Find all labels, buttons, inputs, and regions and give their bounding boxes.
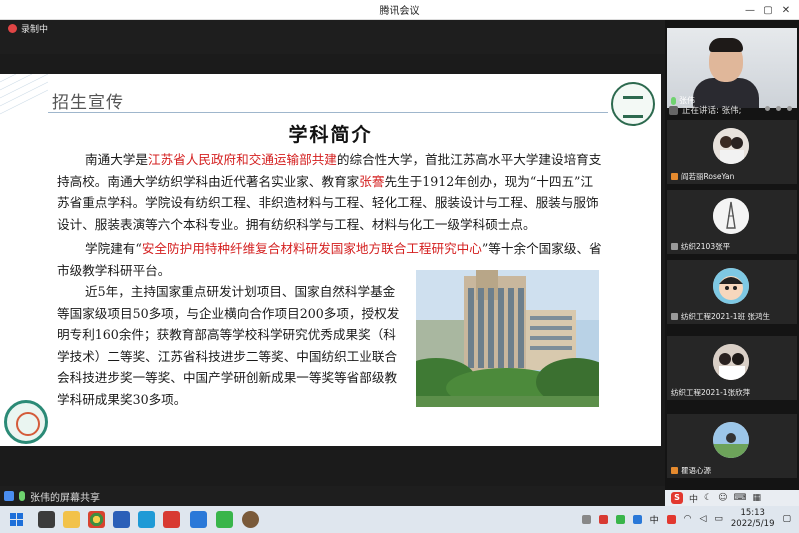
user-icon <box>671 243 678 250</box>
intro-highlight-b: 张謇 <box>359 173 385 189</box>
meeting-top-bar <box>0 20 665 54</box>
battery-icon[interactable]: ▭ <box>714 514 723 524</box>
screen-share-label: 张伟的屏幕共享 <box>30 492 100 504</box>
participant-tile[interactable]: 纺织2103张平 <box>667 190 797 254</box>
moon-icon[interactable]: ☾ <box>704 493 712 503</box>
volume-icon[interactable]: ◁ <box>699 514 706 524</box>
notification-icon[interactable]: ▢ <box>782 514 791 524</box>
window-titlebar: 腾讯会议 — ▢ ✕ <box>0 0 799 20</box>
task-view-icon[interactable] <box>38 511 55 528</box>
avatar <box>713 128 749 164</box>
participant-tile[interactable]: 纺织工程2021-1张欣萍 <box>667 336 797 400</box>
participant-name: 瞿语心源 <box>681 466 711 475</box>
participant-tile[interactable]: 阎若丽RoseYan <box>667 120 797 184</box>
participant-name: 阎若丽RoseYan <box>681 172 735 181</box>
intro-text-a: 南通大学是 <box>85 152 148 167</box>
tencent-meeting-icon[interactable] <box>190 511 207 528</box>
platform-highlight: 安全防护用特种纤维复合材料研发国家地方联合工程研究中心 <box>141 241 482 256</box>
speaking-indicator: 正在讲话: 张伟; <box>669 104 741 116</box>
file-explorer-icon[interactable] <box>63 511 80 528</box>
ime-toolbar[interactable]: S 中 ☾ ☺ ⌨ ▦ <box>665 490 799 506</box>
word-icon[interactable] <box>113 511 130 528</box>
maximize-button[interactable]: ▢ <box>759 5 777 16</box>
keyboard-icon[interactable]: ⌨ <box>733 493 746 503</box>
avatar <box>713 344 749 380</box>
edge-icon[interactable] <box>138 511 155 528</box>
participant-name-tag: 纺织工程2021-1张欣萍 <box>671 387 750 398</box>
participant-name: 纺织工程2021-1班 张鸿生 <box>681 312 770 321</box>
user-icon <box>671 467 678 474</box>
windows-taskbar: 中 ◠ ◁ ▭ 15:13 2022/5/19 ▢ <box>0 506 799 533</box>
participant-name-tag: 阎若丽RoseYan <box>671 171 734 182</box>
paragraph-achievements: 近5年，主持国家重点研发计划项目、国家自然科学基金等国家级项目50多项，与企业横… <box>57 284 400 407</box>
emoji-icon[interactable]: ☺ <box>718 493 727 503</box>
ime-indicator[interactable]: 中 <box>650 513 659 526</box>
panel-pager[interactable] <box>765 106 792 111</box>
participant-name-tag: 瞿语心源 <box>671 465 711 476</box>
speaking-text: 正在讲话: 张伟; <box>682 106 742 116</box>
wifi-icon[interactable]: ◠ <box>684 514 692 524</box>
tray-meeting-icon[interactable] <box>632 514 642 524</box>
ime-mode[interactable]: 中 <box>689 492 698 505</box>
start-button[interactable] <box>10 513 23 526</box>
header-divider <box>48 112 608 113</box>
slide-title: 学科简介 <box>288 124 373 146</box>
record-icon <box>8 24 17 33</box>
campus-building-photo <box>416 270 599 407</box>
participant-name: 纺织2103张平 <box>681 242 731 251</box>
sogou-icon: S <box>671 492 683 504</box>
user-icon <box>671 173 678 180</box>
close-button[interactable]: ✕ <box>777 5 795 16</box>
clock-time: 15:13 <box>740 508 765 518</box>
clock[interactable]: 15:13 2022/5/19 <box>731 508 775 530</box>
recording-label: 录制中 <box>21 25 49 35</box>
intro-highlight-a: 江苏省人民政府和交通运输部共建 <box>147 152 337 167</box>
tray-sogou-icon[interactable] <box>666 514 676 524</box>
window-controls: — ▢ ✕ <box>741 0 795 20</box>
skin-icon[interactable]: ▦ <box>752 493 761 503</box>
participants-panel: 张伟 正在讲话: 张伟; 阎若丽RoseYan 纺织2103张平 纺织工程202… <box>665 20 799 506</box>
system-tray: 中 ◠ ◁ ▭ 15:13 2022/5/19 ▢ <box>581 508 791 530</box>
screen-share-bar[interactable]: 张伟的屏幕共享 <box>0 486 665 506</box>
app-avatar-icon[interactable] <box>242 511 259 528</box>
speaker-hair <box>709 38 743 52</box>
tray-app-icon[interactable] <box>581 514 591 524</box>
school-emblem-icon <box>4 400 48 444</box>
platform-text-a: 学院建有“ <box>85 241 142 256</box>
participant-name: 纺织工程2021-1张欣萍 <box>671 388 751 397</box>
paragraph-intro: 南通大学是江苏省人民政府和交通运输部共建的综合性大学，首批江苏高水平大学建设培育… <box>57 149 602 235</box>
avatar <box>713 268 749 304</box>
slide-header: 招生宣传 <box>52 93 124 113</box>
participant-tile[interactable]: 瞿语心源 <box>667 414 797 478</box>
main-camera-tile[interactable]: 张伟 <box>667 28 797 108</box>
speaker-mini-icon <box>669 105 678 115</box>
avatar <box>713 198 749 234</box>
app-red-icon[interactable] <box>163 511 180 528</box>
wechat-icon[interactable] <box>216 511 233 528</box>
recording-indicator[interactable]: 录制中 <box>8 22 48 35</box>
tray-wechat-icon[interactable] <box>615 514 625 524</box>
tray-app-icon[interactable] <box>598 514 608 524</box>
chrome-icon[interactable] <box>88 511 105 528</box>
participant-tile[interactable]: 纺织工程2021-1班 张鸿生 <box>667 260 797 324</box>
user-icon <box>4 491 14 501</box>
user-icon <box>671 313 678 320</box>
avatar <box>713 422 749 458</box>
minimize-button[interactable]: — <box>741 5 759 16</box>
clock-date: 2022/5/19 <box>730 519 775 529</box>
header-pattern-icon <box>0 74 48 115</box>
window-title: 腾讯会议 <box>379 6 420 17</box>
participant-name-tag: 纺织2103张平 <box>671 241 730 252</box>
participant-name-tag: 纺织工程2021-1班 张鸿生 <box>671 311 770 322</box>
shared-slide: 招生宣传 学科简介 南通大学是江苏省人民政府和交通运输部共建的综合性大学，首批江… <box>0 74 661 446</box>
mic-icon <box>19 491 25 501</box>
